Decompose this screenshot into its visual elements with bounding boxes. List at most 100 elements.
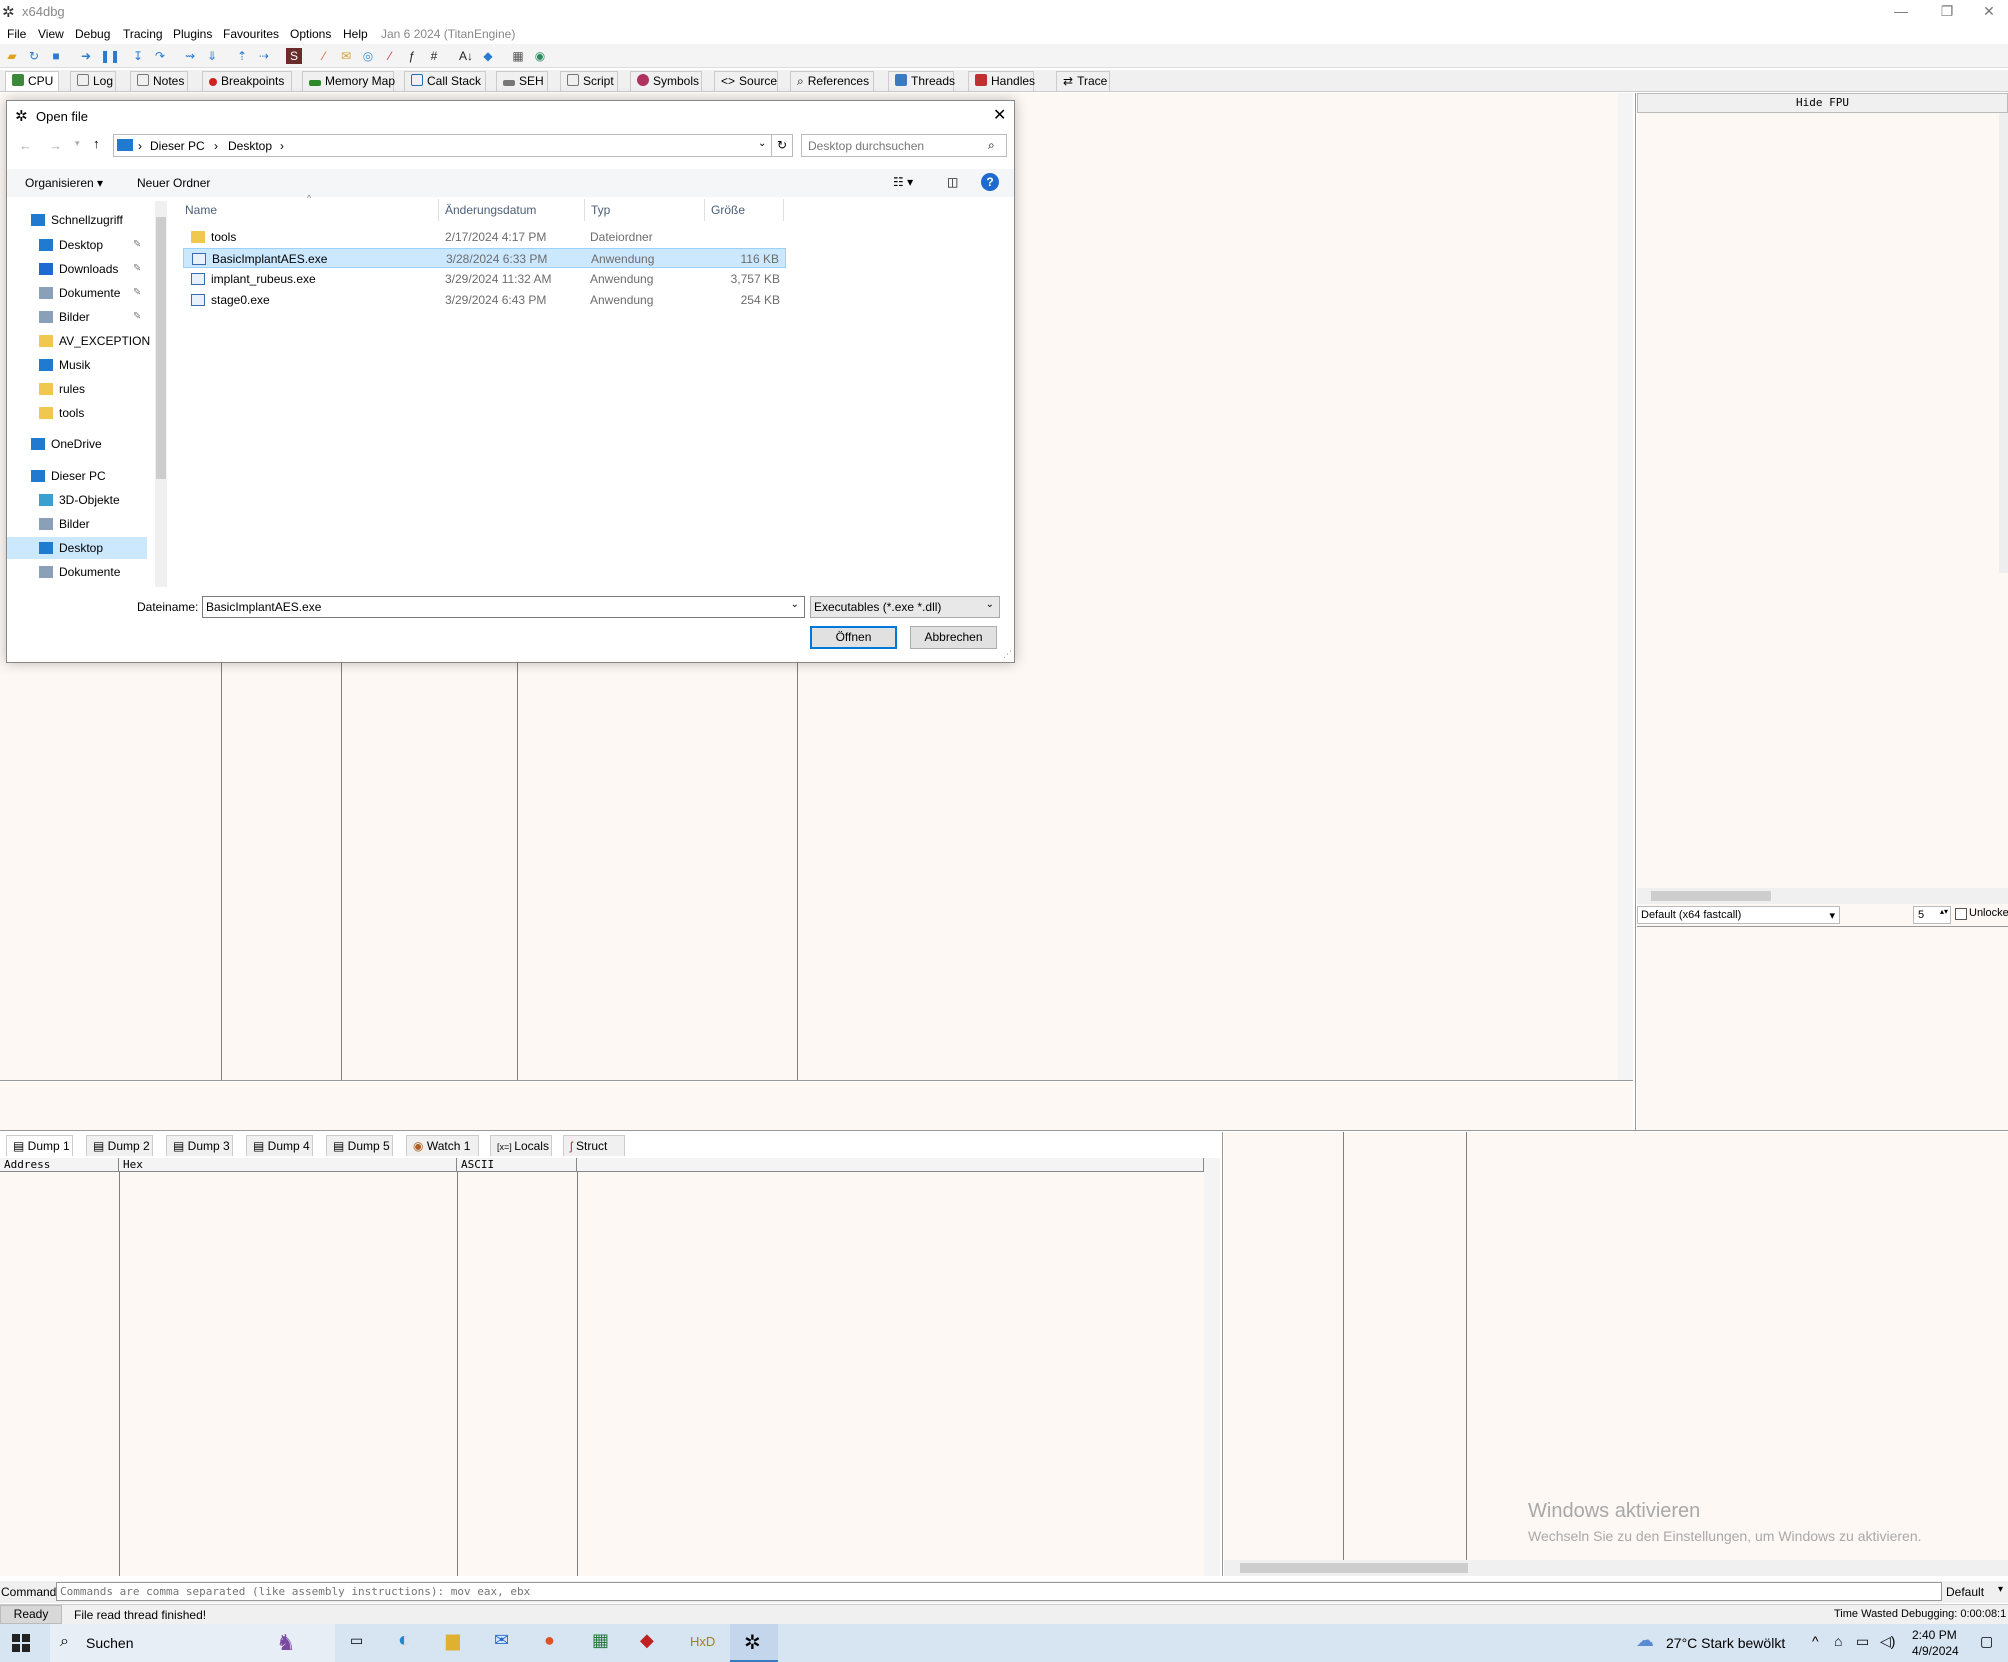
nav-item-3d-objekte[interactable]: 3D-Objekte	[7, 489, 147, 511]
trace-over-icon[interactable]: ⇓	[204, 48, 220, 64]
tab-dump-1[interactable]: ▤ Dump 1	[6, 1135, 73, 1156]
file-row[interactable]: tools 2/17/2024 4:17 PM Dateiordner	[183, 227, 786, 247]
tab-breakpoints[interactable]: Breakpoints	[202, 71, 292, 91]
globe-icon[interactable]: ◉	[532, 48, 548, 64]
display-icon[interactable]: ▭	[1856, 1633, 1869, 1650]
bookmarks-icon[interactable]: ⁄	[382, 48, 398, 64]
file-row[interactable]: implant_rubeus.exe 3/29/2024 11:32 AM Anwe…	[183, 269, 786, 289]
tab-symbols[interactable]: Symbols	[630, 71, 702, 91]
tab-threads[interactable]: Threads	[888, 71, 955, 91]
cancel-button[interactable]: Abbrechen	[910, 626, 997, 649]
minimize-button[interactable]: —	[1878, 0, 1924, 24]
step-over-icon[interactable]: ↷	[152, 48, 168, 64]
filename-input[interactable]: BasicImplantAES.exe ⌄	[202, 596, 805, 618]
restart-icon[interactable]: ↻	[26, 48, 42, 64]
tab-dump-2[interactable]: ▤ Dump 2	[86, 1135, 153, 1156]
tab-handles[interactable]: Handles	[968, 71, 1035, 91]
run-icon[interactable]: ➜	[78, 48, 94, 64]
app-green-icon[interactable]: ▦	[592, 1630, 609, 1651]
open-icon[interactable]: ▰	[4, 48, 20, 64]
network-icon[interactable]: ⌂	[1834, 1633, 1842, 1649]
patch-icon[interactable]: ⁄	[316, 48, 332, 64]
nav-item-dokumente[interactable]: Dokumente	[7, 561, 147, 583]
preview-pane-icon[interactable]: ◫	[947, 175, 958, 189]
tab-source[interactable]: <> Source	[714, 71, 778, 91]
nav-item-downloads[interactable]: Downloads ✎	[7, 258, 147, 280]
tab-dump-5[interactable]: ▤ Dump 5	[326, 1135, 393, 1156]
nav-item-musik[interactable]: Musik	[7, 354, 147, 376]
comments-icon[interactable]: ✉	[338, 48, 354, 64]
menu-options[interactable]: Options	[290, 27, 331, 41]
tab-trace[interactable]: ⇄ Trace	[1056, 71, 1110, 91]
mail-icon[interactable]: ✉	[494, 1630, 509, 1651]
strings-icon[interactable]: A↓	[458, 48, 474, 64]
windows-start-icon[interactable]	[12, 1634, 30, 1652]
nav-scrollbar[interactable]	[155, 201, 167, 587]
tab-log[interactable]: Log	[70, 71, 116, 91]
tab-call-stack[interactable]: Call Stack	[404, 71, 486, 91]
clock-time[interactable]: 2:40 PM	[1912, 1628, 1957, 1642]
hash-icon[interactable]: #	[426, 48, 442, 64]
chevron-up-icon[interactable]: ^	[1812, 1633, 1819, 1649]
x64dbg-task[interactable]: ✲	[730, 1624, 778, 1662]
hide-fpu-button[interactable]: Hide FPU	[1637, 93, 2008, 113]
tab-dump-3[interactable]: ▤ Dump 3	[166, 1135, 233, 1156]
menu-file[interactable]: File	[7, 27, 26, 41]
hxd-icon[interactable]: HxD	[690, 1634, 715, 1649]
address-bar[interactable]: › Dieser PC › Desktop › ⌄	[113, 134, 773, 157]
menu-favourites[interactable]: Favourites	[223, 27, 279, 41]
resize-grip-icon[interactable]: ⋰	[1003, 649, 1012, 660]
menu-help[interactable]: Help	[343, 27, 368, 41]
tab-locals[interactable]: [x=] Locals	[490, 1135, 552, 1156]
col-name[interactable]: Name	[185, 203, 217, 217]
col-date[interactable]: Änderungsdatum	[445, 203, 536, 217]
new-folder-button[interactable]: Neuer Ordner	[137, 176, 210, 190]
refresh-button[interactable]: ↻	[771, 134, 793, 157]
edge-icon[interactable]: ◐	[398, 1629, 410, 1652]
recent-chevron-icon[interactable]: ▾	[75, 138, 80, 149]
stack-hscroll[interactable]	[1224, 1560, 2008, 1576]
menu-tracing[interactable]: Tracing	[123, 27, 163, 41]
restore-button[interactable]: ❐	[1924, 0, 1970, 24]
functions-icon[interactable]: ƒ	[404, 48, 420, 64]
close-window-button[interactable]: ✕	[1966, 0, 2008, 24]
nav-item-bilder[interactable]: Bilder	[7, 513, 147, 535]
registers-hscroll[interactable]	[1637, 888, 2008, 904]
open-button[interactable]: Öffnen	[810, 626, 897, 649]
disassembly-scrollbar[interactable]	[1618, 93, 1633, 1080]
nav-item-rules[interactable]: rules	[7, 378, 147, 400]
app-red-icon[interactable]: ◆	[640, 1630, 654, 1651]
tab-watch-1[interactable]: ◉ Watch 1	[406, 1135, 479, 1156]
execute-till-return-icon[interactable]: ⇡	[234, 48, 250, 64]
pause-icon[interactable]: ❚❚	[100, 48, 120, 64]
menu-debug[interactable]: Debug	[75, 27, 110, 41]
view-options-icon[interactable]: ☷ ▾	[893, 175, 913, 189]
breadcrumb-desktop[interactable]: Desktop	[228, 139, 272, 153]
command-input[interactable]	[56, 1582, 1942, 1601]
tab-seh[interactable]: SEH	[496, 71, 548, 91]
help-icon[interactable]: ?	[981, 173, 999, 191]
tab-dump-4[interactable]: ▤ Dump 4	[246, 1135, 313, 1156]
tab-memory-map[interactable]: Memory Map	[302, 71, 395, 91]
dump-scrollbar[interactable]	[1204, 1158, 1220, 1576]
menu-view[interactable]: View	[38, 27, 64, 41]
labels-icon[interactable]: ◎	[360, 48, 376, 64]
nav-item-desktop[interactable]: Desktop ✎	[7, 234, 147, 256]
volume-icon[interactable]: ◁)	[1880, 1633, 1895, 1650]
unlock-checkbox[interactable]	[1955, 908, 1967, 920]
nav-item-av-exception[interactable]: AV_EXCEPTION	[7, 330, 150, 352]
file-type-select[interactable]: Executables (*.exe *.dll) ⌄	[810, 596, 1000, 618]
tab-notes[interactable]: Notes	[130, 71, 188, 91]
firefox-icon[interactable]: ●	[544, 1630, 555, 1651]
step-into-icon[interactable]: ↧	[130, 48, 146, 64]
clock-date[interactable]: 4/9/2024	[1912, 1644, 1959, 1658]
calls-icon[interactable]: ◆	[480, 48, 496, 64]
explorer-icon[interactable]: ▆	[446, 1630, 460, 1651]
run-to-user-code-icon[interactable]: ⇢	[256, 48, 272, 64]
task-view-icon[interactable]: ▭	[350, 1632, 363, 1649]
nav-item-tools[interactable]: tools	[7, 402, 147, 424]
notification-icon[interactable]: ▢	[1980, 1633, 1993, 1650]
nav-item-desktop[interactable]: Desktop	[7, 537, 147, 559]
tab-references[interactable]: ⌕ References	[790, 71, 874, 91]
dump-pane[interactable]	[0, 1158, 1204, 1576]
